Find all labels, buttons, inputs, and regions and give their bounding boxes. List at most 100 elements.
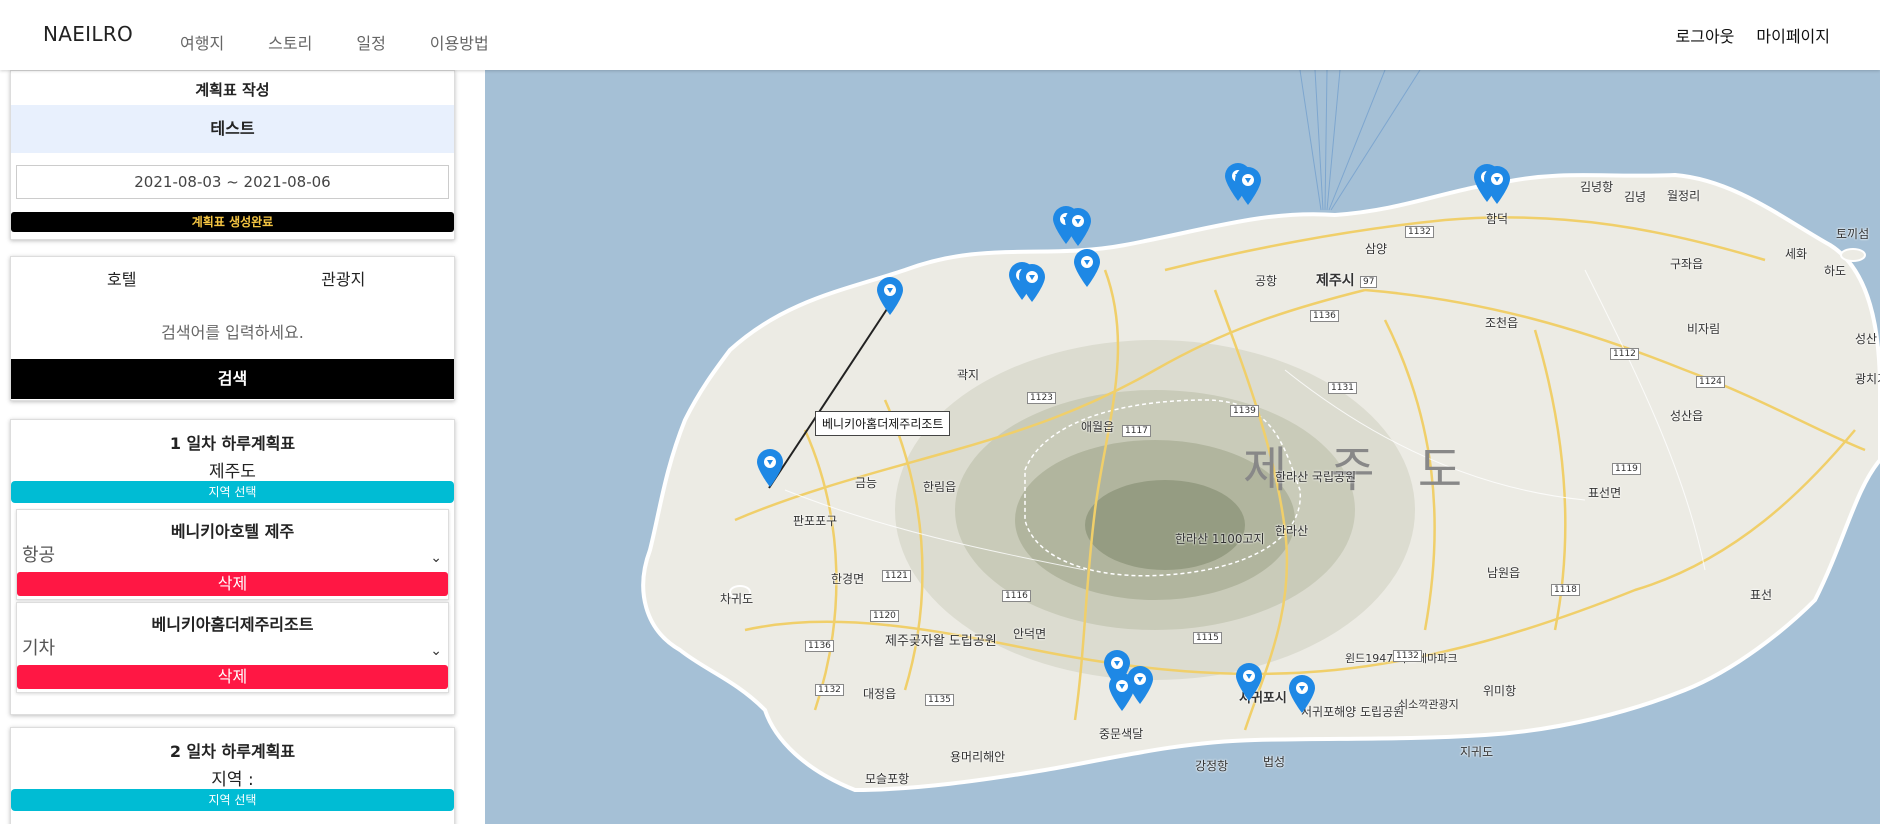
map-view[interactable]: 제 주 도 제주시 한라산 국립공원 한라산 한라산 1100고지 애월읍 한림… [485,70,1880,824]
map-marker-pin[interactable] [1125,665,1155,705]
delete-button[interactable]: 삭제 [17,572,448,596]
map-canvas [641,70,1880,793]
transport-select[interactable]: 항공 ⌄ [17,542,448,570]
map-label-gwakji: 곽지 [957,368,980,382]
map-label-wimi: 위미항 [1483,684,1517,698]
marker-tooltip: 베니키아홈더제주리조트 [815,411,951,436]
route-shield: 1117 [1122,425,1151,437]
day-region: 제주도 [209,462,256,482]
tab-attraction[interactable]: 관광지 [233,266,455,297]
brand-logo[interactable]: NAEILRO [43,22,133,46]
route-shield: 1115 [1193,632,1222,644]
map-label-jocheon: 조천읍 [1485,316,1519,330]
map-label-pyoseon: 표선면 [1588,486,1622,500]
map-label-gimnyeong: 김녕 [1624,190,1647,204]
region-select-button[interactable]: 지역 선택 [11,789,454,811]
plan-title: 계획표 작성 [195,81,270,99]
map-label-hallasan-park: 한라산 국립공원 [1275,470,1357,484]
map-label-aewol: 애월읍 [1081,420,1115,434]
map-label-gotjawal: 제주곶자왈 도립공원 [885,634,997,649]
map-marker-pin[interactable] [1017,263,1047,303]
map-label-tokkiseom: 토끼섬 [1836,227,1870,241]
search-tabs: 호텔 관광지 [11,257,454,297]
map-marker-pin[interactable] [1482,165,1512,205]
map-label-samyang: 삼양 [1365,242,1388,256]
region-select-button[interactable]: 지역 선택 [11,481,454,503]
map-label-seongsan: 성산읍 [1670,409,1704,423]
tab-hotel[interactable]: 호텔 [11,266,233,297]
island-name-label: 제 주 도 [1243,442,1476,498]
map-label-hado: 하도 [1824,264,1847,278]
map-label-moseulpo: 모슬포항 [865,772,910,786]
plan-item: 베니키아홈더제주리조트 기차 ⌄ 삭제 [16,602,449,693]
user-nav: 로그아웃 마이페이지 [1676,23,1831,47]
map-label-chagwido: 차귀도 [720,592,754,606]
plan-item-name: 베니키아호텔 제주 [170,522,295,541]
map-marker-pin[interactable] [755,448,785,488]
map-label-bijarim: 비자림 [1687,322,1721,336]
map-marker-pin[interactable] [1287,674,1317,714]
route-shield: 1120 [870,610,899,622]
plan-name: 테스트 [11,105,454,153]
map-label-beopseong: 법성 [1263,755,1286,769]
map-label-hallim: 한림읍 [923,480,957,494]
transport-select[interactable]: 기차 ⌄ [17,635,448,663]
map-label-panpo: 판포포구 [793,514,838,528]
map-marker-pin[interactable] [875,276,905,316]
delete-button[interactable]: 삭제 [17,665,448,689]
planner-sidebar[interactable]: 계획표 작성 테스트 2021-08-03 ~ 2021-08-06 계획표 생… [0,70,485,824]
plan-card: 계획표 작성 테스트 2021-08-03 ~ 2021-08-06 계획표 생… [10,70,455,240]
map-label-jigwido: 지귀도 [1460,745,1494,759]
map-label-hangyeong: 한경면 [831,572,865,586]
map-marker-pin[interactable] [1234,662,1264,702]
map-label-jungmun: 중문색달 [1099,727,1144,741]
date-range-field[interactable]: 2021-08-03 ~ 2021-08-06 [16,165,449,199]
nav-destinations[interactable]: 여행지 [180,30,224,54]
logout-link[interactable]: 로그아웃 [1676,23,1735,47]
map-label-jeju-city: 제주시 [1316,273,1355,289]
map-label-hamdeok: 함덕 [1486,212,1509,226]
search-button[interactable]: 검색 [11,359,454,399]
transport-value: 항공 [22,545,56,566]
map-label-geumneung: 금능 [855,476,878,490]
map-label-andeok: 안덕면 [1013,627,1047,641]
plan-item: 베니키아호텔 제주 항공 ⌄ 삭제 [16,509,449,600]
day-title: 1 일차 하루계획표 [169,434,296,453]
plan-item-name: 베니키아홈더제주리조트 [151,615,314,634]
route-shield: 97 [1360,276,1378,288]
nav-how-to-use[interactable]: 이용방법 [430,30,489,54]
route-shield: 1124 [1696,376,1725,388]
route-shield: 1119 [1612,463,1641,475]
transport-value: 기차 [22,638,56,659]
map-label-sehwa: 세화 [1785,247,1808,261]
map-label-pyoseon-coast: 표선 [1750,588,1773,602]
search-input[interactable]: 검색어를 입력하세요. [11,297,454,359]
create-plan-button[interactable]: 계획표 생성완료 [11,212,454,232]
route-shield: 1139 [1230,405,1259,417]
map-marker-pin[interactable] [1063,207,1093,247]
map-label-gangjeong: 강정항 [1195,759,1229,773]
map-label-hallasan: 한라산 [1275,524,1309,538]
mypage-link[interactable]: 마이페이지 [1756,23,1830,47]
day-plan-card: 1 일차 하루계획표 제주도 지역 선택 베니키아호텔 제주 항공 ⌄ 삭제 베… [10,419,455,715]
top-navbar: NAEILRO 여행지 스토리 일정 이용방법 로그아웃 마이페이지 [0,0,1880,70]
nav-stories[interactable]: 스토리 [268,30,312,54]
route-shield: 1112 [1610,348,1639,360]
day-plan-card: 2 일차 하루계획표 지역 : 지역 선택 [10,727,455,824]
map-label-seongsan-coast: 성산 [1855,332,1878,346]
map-label-airport: 공항 [1255,274,1278,288]
day-title: 2 일차 하루계획표 [169,742,296,761]
route-shield: 1123 [1027,392,1056,404]
map-label-woljeongri: 월정리 [1667,189,1701,203]
map-label-soesokkak: 쇠소깍관광지 [1398,698,1459,711]
route-shield: 1116 [1002,590,1031,602]
map-marker-pin[interactable] [1072,248,1102,288]
map-label-gimnyeong-port: 김녕항 [1580,180,1614,194]
map-label-namwon: 남원읍 [1487,566,1521,580]
nav-schedule[interactable]: 일정 [356,30,385,54]
route-shield: 1132 [815,684,844,696]
search-card: 호텔 관광지 검색어를 입력하세요. 검색 [10,256,455,401]
map-marker-pin[interactable] [1233,166,1263,206]
map-label-daejeong: 대정읍 [863,687,897,701]
route-shield: 1132 [1405,226,1434,238]
